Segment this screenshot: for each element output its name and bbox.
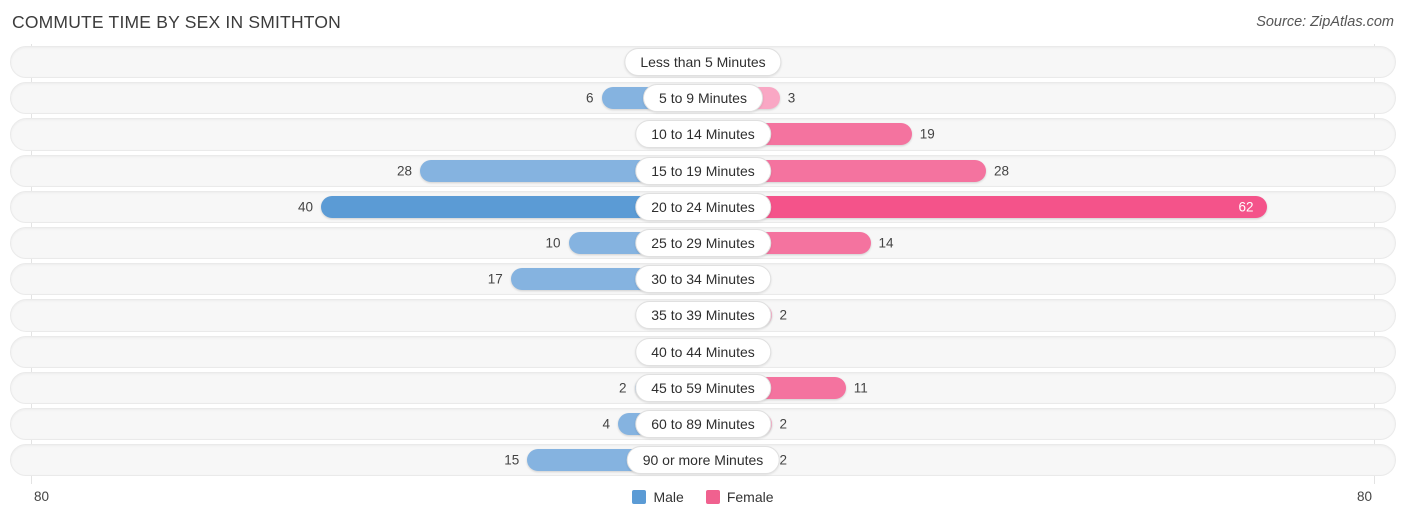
legend-swatch-icon xyxy=(632,490,647,504)
category-label: 45 to 59 Minutes xyxy=(635,373,771,402)
legend-item-female[interactable]: Female xyxy=(705,489,774,505)
category-label: 30 to 34 Minutes xyxy=(635,265,771,294)
value-label-female: 2 xyxy=(779,307,788,323)
chart-footer: 80 80 Male Female xyxy=(0,484,1406,523)
legend-swatch-icon xyxy=(705,490,720,504)
value-label-male: 40 xyxy=(297,199,313,215)
value-label-female: 11 xyxy=(853,380,868,396)
value-label-female: 19 xyxy=(919,126,935,142)
category-label: 35 to 39 Minutes xyxy=(635,301,771,330)
table-row: 2 11 45 to 59 Minutes xyxy=(0,370,1406,406)
value-label-male: 2 xyxy=(618,380,627,396)
category-label: 60 to 89 Minutes xyxy=(635,409,771,438)
value-label-male: 4 xyxy=(602,416,610,432)
table-row: 01910 to 14 Minutes xyxy=(0,116,1406,152)
value-label-female: 2 xyxy=(779,452,788,468)
legend-label: Female xyxy=(726,489,774,505)
value-label-male: 28 xyxy=(396,163,412,179)
category-label: Less than 5 Minutes xyxy=(624,48,782,77)
category-label: 5 to 9 Minutes xyxy=(643,84,763,113)
bar-rows: 00Less than 5 Minutes635 to 9 Minutes019… xyxy=(0,44,1406,478)
value-label-female: 14 xyxy=(878,235,894,251)
value-label-female: 3 xyxy=(787,90,796,106)
table-row: 15 2 90 or more Minutes xyxy=(0,442,1406,478)
chart-header: COMMUTE TIME BY SEX IN SMITHTON Source: … xyxy=(0,0,1406,44)
table-row: 28 28 15 to 19 Minutes xyxy=(0,153,1406,189)
table-row: 00Less than 5 Minutes xyxy=(0,44,1406,80)
category-label: 15 to 19 Minutes xyxy=(635,156,771,185)
table-row: 0040 to 44 Minutes xyxy=(0,334,1406,370)
value-label-male: 6 xyxy=(585,90,594,106)
value-label-female: 2 xyxy=(779,416,788,432)
chart-legend: Male Female xyxy=(0,489,1406,505)
chart-plot-area: 00Less than 5 Minutes635 to 9 Minutes019… xyxy=(0,44,1406,484)
legend-item-male[interactable]: Male xyxy=(632,489,684,505)
source-attribution: Source: ZipAtlas.com xyxy=(1256,14,1394,30)
value-label-female: 62 xyxy=(1238,199,1254,215)
category-label: 90 or more Minutes xyxy=(626,446,780,475)
category-label: 10 to 14 Minutes xyxy=(635,120,771,149)
table-row: 0235 to 39 Minutes xyxy=(0,297,1406,333)
table-row: 40 62 20 to 24 Minutes xyxy=(0,189,1406,225)
table-row: 10 14 25 to 29 Minutes xyxy=(0,225,1406,261)
value-label-male: 10 xyxy=(545,235,561,251)
value-label-male: 17 xyxy=(487,271,503,287)
table-row: 6 3 5 to 9 Minutes xyxy=(0,80,1406,116)
category-label: 40 to 44 Minutes xyxy=(635,337,771,366)
category-label: 25 to 29 Minutes xyxy=(635,229,771,258)
page-title: COMMUTE TIME BY SEX IN SMITHTON xyxy=(12,12,342,32)
bar-female[interactable] xyxy=(703,195,1267,218)
table-row: 4 2 60 to 89 Minutes xyxy=(0,406,1406,442)
category-label: 20 to 24 Minutes xyxy=(635,192,771,221)
value-label-female: 28 xyxy=(994,163,1010,179)
value-label-male: 15 xyxy=(504,452,520,468)
legend-label: Male xyxy=(653,489,684,505)
table-row: 17030 to 34 Minutes xyxy=(0,261,1406,297)
